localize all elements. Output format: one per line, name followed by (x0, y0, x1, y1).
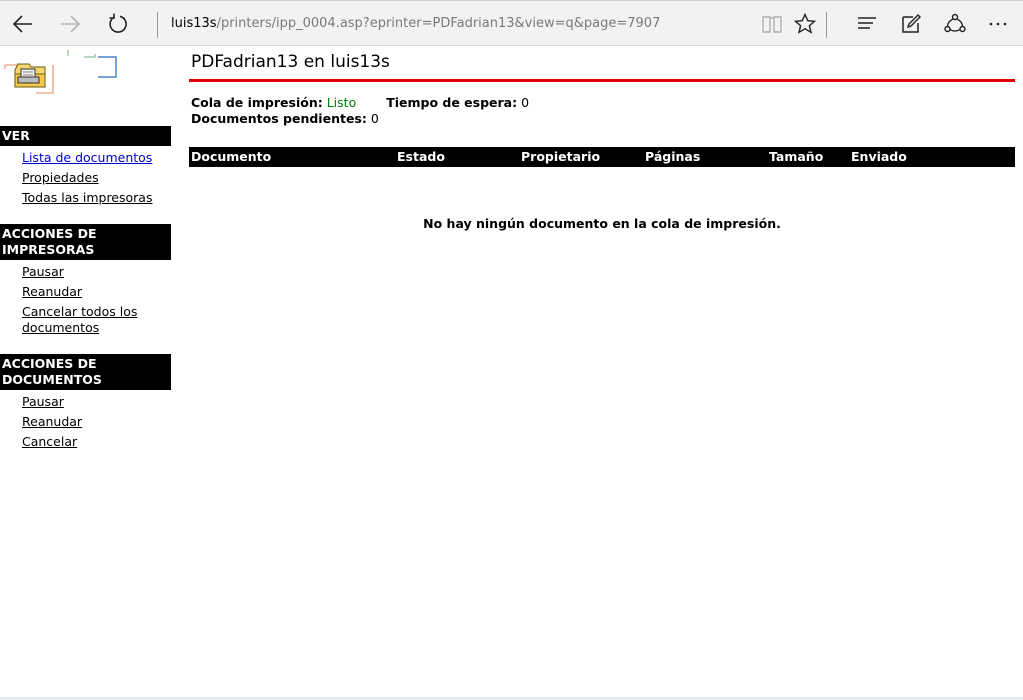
column-header-owner: Propietario (521, 149, 601, 164)
document-list-link[interactable]: Lista de documentos (22, 150, 152, 165)
queue-status-value: Listo (326, 95, 357, 110)
share-icon[interactable] (939, 8, 971, 40)
empty-queue-message: No hay ningún documento en la cola de im… (423, 216, 781, 231)
sidebar-section-document-actions-title: ACCIONES DE DOCUMENTOS (0, 354, 171, 390)
sidebar-item: Reanudar (22, 284, 171, 300)
sidebar-section-printer-actions: Pausar Reanudar Cancelar todos los docum… (0, 260, 171, 354)
sidebar-section-document-actions: Pausar Reanudar Cancelar (0, 390, 171, 468)
sidebar-item: Todas las impresoras (22, 190, 171, 206)
column-header-document: Documento (191, 149, 272, 164)
toolbar-separator (826, 12, 827, 38)
sidebar-section-ver-title: VER (0, 126, 171, 146)
sidebar-item: Lista de documentos (22, 150, 171, 166)
column-header-pages: Páginas (645, 149, 701, 164)
reading-view-icon[interactable] (756, 8, 788, 40)
sidebar-item: Pausar (22, 394, 171, 410)
refresh-icon[interactable] (102, 8, 134, 40)
more-icon[interactable] (982, 8, 1014, 40)
favorite-star-icon[interactable] (789, 8, 821, 40)
wait-time-value: 0 (521, 95, 530, 110)
sidebar-item: Cancelar todos los documentos (22, 304, 171, 336)
column-header-sent: Enviado (851, 149, 907, 164)
wait-time-label: Tiempo de espera: (386, 95, 518, 110)
browser-toolbar: luis13s/printers/ipp_0004.asp?eprinter=P… (0, 0, 1023, 46)
pending-documents-label: Documentos pendientes: (191, 111, 367, 126)
column-header-status: Estado (397, 149, 445, 164)
sidebar-item: Reanudar (22, 414, 171, 430)
status-line-1: Cola de impresión: Listo Tiempo de esper… (191, 95, 1015, 111)
properties-link[interactable]: Propiedades (22, 170, 99, 185)
resume-printer-link[interactable]: Reanudar (22, 284, 82, 299)
column-header-size: Tamaño (769, 149, 824, 164)
hub-icon[interactable] (851, 8, 883, 40)
sidebar-item: Pausar (22, 264, 171, 280)
url-path: /printers/ipp_0004.asp?eprinter=PDFadria… (216, 16, 661, 31)
status-line-2: Documentos pendientes: 0 (191, 111, 1015, 127)
address-separator (157, 12, 158, 38)
cancel-all-documents-link[interactable]: Cancelar todos los documentos (22, 304, 137, 335)
main-content: PDFadrian13 en luis13s Cola de impresión… (189, 48, 1015, 231)
all-printers-link[interactable]: Todas las impresoras (22, 190, 152, 205)
cancel-document-link[interactable]: Cancelar (22, 434, 77, 449)
sidebar-item: Cancelar (22, 434, 171, 450)
page-title: PDFadrian13 en luis13s (191, 52, 390, 72)
pause-document-link[interactable]: Pausar (22, 394, 64, 409)
queue-status: Cola de impresión: Listo Tiempo de esper… (191, 95, 1015, 127)
sidebar-item: Propiedades (22, 170, 171, 186)
web-note-icon[interactable] (895, 8, 927, 40)
pause-printer-link[interactable]: Pausar (22, 264, 64, 279)
documents-table-header: Documento Estado Propietario Páginas Tam… (189, 147, 1015, 167)
forward-arrow-icon[interactable] (54, 8, 86, 40)
address-bar[interactable]: luis13s/printers/ipp_0004.asp?eprinter=P… (171, 16, 660, 32)
url-host: luis13s (171, 16, 217, 31)
sidebar: VER Lista de documentos Propiedades Toda… (0, 126, 171, 468)
title-divider (189, 79, 1015, 82)
queue-label: Cola de impresión: (191, 95, 323, 110)
back-arrow-icon[interactable] (7, 8, 39, 40)
pending-documents-value: 0 (370, 111, 379, 126)
sidebar-section-printer-actions-title: ACCIONES DE IMPRESORAS (0, 224, 171, 260)
sidebar-section-ver: Lista de documentos Propiedades Todas la… (0, 146, 171, 224)
resume-document-link[interactable]: Reanudar (22, 414, 82, 429)
printer-folder-logo (3, 48, 123, 98)
